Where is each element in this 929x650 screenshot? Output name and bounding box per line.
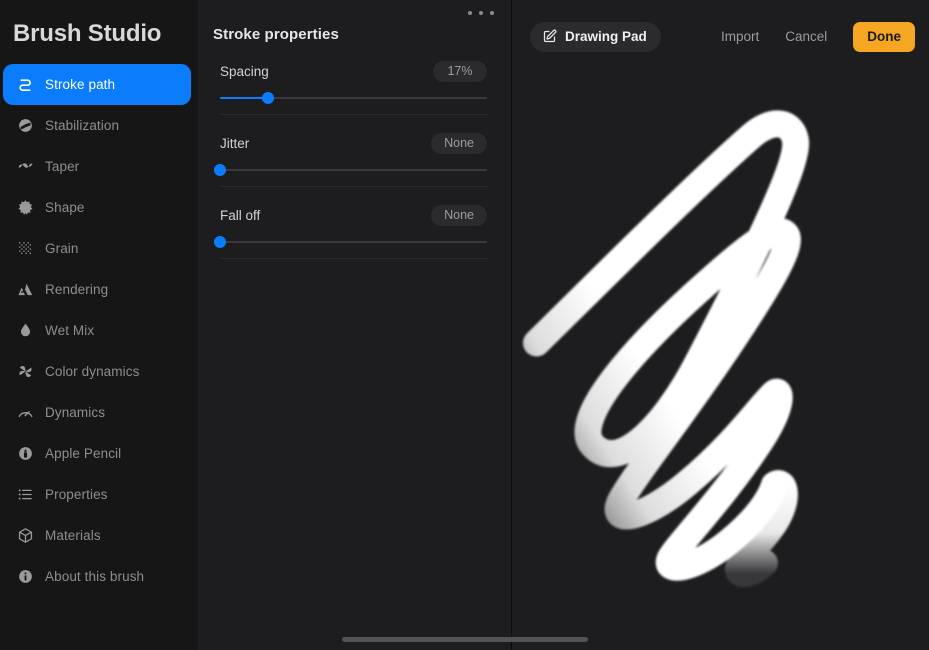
dot [490,11,494,15]
wet-mix-droplet-icon [15,321,35,341]
done-button[interactable]: Done [853,21,915,52]
apple-pencil-icon [15,444,35,464]
grain-dots-icon [15,239,35,259]
sidebar-item-label: Rendering [45,282,109,297]
taper-wave-icon [15,157,35,177]
slider-track[interactable] [220,91,487,105]
sidebar-item-grain[interactable]: Grain [3,228,191,269]
app-title: Brush Studio [13,20,162,47]
home-indicator[interactable] [341,637,588,642]
sidebar-item-label: Wet Mix [45,323,95,338]
sidebar-item-label: Dynamics [45,405,106,420]
sidebar-item-label: Stroke path [45,77,116,92]
properties-list-icon [15,485,35,505]
slider-value-pill[interactable]: None [431,132,487,155]
sidebar-item-label: Materials [45,528,101,543]
slider-label: Fall off [220,208,261,223]
dot [468,11,472,15]
slider-rail [220,169,487,171]
dot [479,11,483,15]
drawing-pad-button[interactable]: Drawing Pad [530,21,661,52]
brush-preview-area: Drawing Pad Import Cancel Done [512,0,929,650]
drawing-pad-label: Drawing Pad [565,28,647,44]
panel-title: Stroke properties [213,26,339,43]
rendering-peaks-icon [15,280,35,300]
stroke-path-icon [15,75,35,95]
preview-toolbar: Drawing Pad Import Cancel Done [512,0,929,73]
brush-stroke-svg [523,110,810,588]
sidebar-item-dynamics[interactable]: Dynamics [3,392,191,433]
slider-track[interactable] [214,163,487,177]
brush-studio-window: Brush Studio Stroke path Stabilization Tap… [0,0,929,650]
shape-starburst-icon [15,198,35,218]
slider-thumb[interactable] [214,164,226,176]
row-divider [220,258,487,259]
stroke-properties-panel: Stroke properties Spacing 17% Jitter None Fa… [198,0,512,650]
slider-label: Spacing [220,64,269,79]
slider-thumb[interactable] [214,236,226,248]
dynamics-gauge-icon [15,403,35,423]
row-divider [220,114,487,115]
slider-rail [220,241,487,243]
slider-value-pill[interactable]: 17% [433,60,487,83]
slider-track[interactable] [214,235,487,249]
slider-thumb[interactable] [262,92,275,104]
sidebar-item-wet-mix[interactable]: Wet Mix [3,310,191,351]
slider-row-spacing: Spacing 17% [220,60,487,115]
slider-row-fall-off: Fall off None [214,204,487,259]
sidebar-item-properties[interactable]: Properties [3,474,191,515]
sidebar-item-label: Stabilization [45,118,120,133]
slider-value-pill[interactable]: None [431,204,487,227]
slider-row-jitter: Jitter None [214,132,487,187]
sidebar-item-color-dynamics[interactable]: Color dynamics [3,351,191,392]
sidebar-item-rendering[interactable]: Rendering [3,269,191,310]
slider-label: Jitter [220,136,250,151]
info-circle-icon [15,567,35,587]
sidebar-item-label: Grain [45,241,79,256]
row-divider [220,186,487,187]
stabilization-icon [15,116,35,136]
sidebar-item-label: Taper [45,159,80,174]
sidebar-nav-list: Stroke path Stabilization Taper Shape Grain R… [0,64,198,597]
sidebar-item-label: Color dynamics [45,364,140,379]
materials-cube-icon [15,526,35,546]
slider-list: Spacing 17% Jitter None Fall off None [198,60,511,259]
sidebar-item-label: About this brush [45,569,145,584]
sidebar: Brush Studio Stroke path Stabilization Tap… [0,0,198,650]
slider-fill [220,97,269,99]
color-pinwheel-icon [15,362,35,382]
sidebar-item-shape[interactable]: Shape [3,187,191,228]
slider-head: Fall off None [220,204,487,227]
sidebar-item-materials[interactable]: Materials [3,515,191,556]
sidebar-item-taper[interactable]: Taper [3,146,191,187]
sidebar-item-stroke-path[interactable]: Stroke path [3,64,191,105]
sidebar-item-about-this-brush[interactable]: About this brush [3,556,191,597]
import-button[interactable]: Import [721,29,759,44]
cancel-button[interactable]: Cancel [785,29,827,44]
sidebar-item-label: Properties [45,487,108,502]
sidebar-item-label: Shape [45,200,85,215]
sidebar-item-label: Apple Pencil [45,446,122,461]
sidebar-item-stabilization[interactable]: Stabilization [3,105,191,146]
more-dots-icon[interactable] [468,4,494,22]
slider-head: Spacing 17% [220,60,487,83]
edit-square-icon [542,29,557,44]
slider-head: Jitter None [220,132,487,155]
sidebar-item-apple-pencil[interactable]: Apple Pencil [3,433,191,474]
brush-stroke-preview[interactable] [512,73,929,650]
